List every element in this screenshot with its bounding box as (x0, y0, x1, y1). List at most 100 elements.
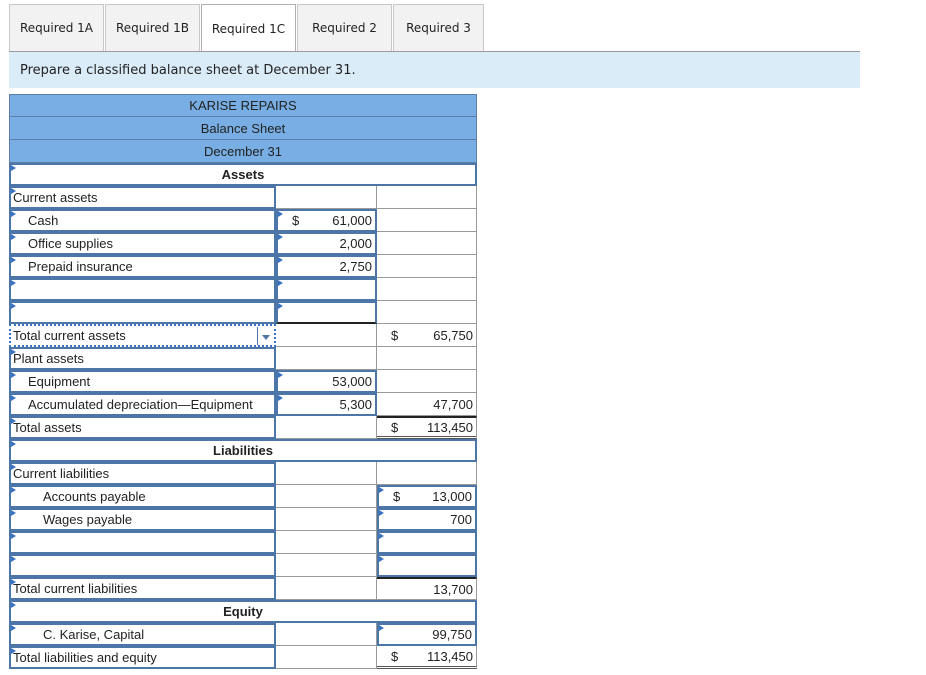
tab-required-3[interactable]: Required 3 (393, 4, 484, 51)
equipment-amount-input[interactable]: 53,000 (276, 370, 377, 393)
net-equipment-amount: 47,700 (377, 393, 477, 416)
cash-label-input[interactable]: Cash (9, 209, 276, 232)
statement-title-row: Balance Sheet (9, 117, 477, 140)
total-liabilities-equity-label-input[interactable]: Total liabilities and equity (9, 646, 276, 669)
balance-sheet: KARISE REPAIRS Balance Sheet December 31… (9, 94, 477, 669)
wages-payable-amount-input[interactable]: 700 (377, 508, 477, 531)
cash-amount-input[interactable]: $61,000 (276, 209, 377, 232)
accounts-payable-amount-input[interactable]: $13,000 (377, 485, 477, 508)
dollar-sign: $ (391, 419, 399, 435)
table-row: Wages payable 700 (9, 508, 477, 531)
col2-cell (276, 186, 377, 209)
dollar-sign: $ (391, 648, 399, 664)
table-row: Total current assets $65,750 (9, 324, 477, 347)
statement-title: Balance Sheet (200, 120, 286, 136)
accounts-payable-amount: 13,000 (432, 489, 472, 504)
office-supplies-amount-input[interactable]: 2,000 (276, 232, 377, 255)
equity-section-header[interactable]: Equity (9, 600, 477, 623)
assets-heading: Assets (221, 167, 265, 182)
dollar-sign: $ (391, 327, 399, 343)
liabilities-section-header[interactable]: Liabilities (9, 439, 477, 462)
wages-payable-label-input[interactable]: Wages payable (9, 508, 276, 531)
blank-label-input[interactable] (9, 301, 276, 324)
instruction-banner: Prepare a classified balance sheet at De… (9, 52, 860, 88)
chevron-down-icon[interactable] (262, 335, 270, 340)
total-assets-label-input[interactable]: Total assets (9, 416, 276, 439)
blank-amount-input[interactable] (276, 278, 377, 301)
total-current-liabilities-amount: 13,700 (377, 577, 477, 600)
accumulated-depreciation-label-input[interactable]: Accumulated depreciation—Equipment (9, 393, 276, 416)
table-row: Plant assets (9, 347, 477, 370)
col2-cell (276, 554, 377, 577)
capital-label-input[interactable]: C. Karise, Capital (9, 623, 276, 646)
equipment-label-input[interactable]: Equipment (9, 370, 276, 393)
table-row: Accumulated depreciation—Equipment 5,300… (9, 393, 477, 416)
table-row: Prepaid insurance 2,750 (9, 255, 477, 278)
table-row: Cash $61,000 (9, 209, 477, 232)
blank-amount-input[interactable] (276, 301, 377, 324)
table-row: Total liabilities and equity $113,450 (9, 646, 477, 669)
current-liabilities-label-input[interactable]: Current liabilities (9, 462, 276, 485)
col3-cell (377, 347, 477, 370)
accounts-payable-label-input[interactable]: Accounts payable (9, 485, 276, 508)
table-row (9, 531, 477, 554)
col3-cell (377, 462, 477, 485)
col2-cell (276, 577, 377, 600)
dollar-sign: $ (292, 213, 300, 228)
blank-amount-input[interactable] (377, 554, 477, 577)
col2-cell (276, 347, 377, 370)
table-row: Total current liabilities 13,700 (9, 577, 477, 600)
current-assets-label-input[interactable]: Current assets (9, 186, 276, 209)
prepaid-insurance-amount-input[interactable]: 2,750 (276, 255, 377, 278)
table-row: Current liabilities (9, 462, 477, 485)
total-liabilities-equity-value: 113,450 (426, 648, 473, 664)
col3-cell (377, 255, 477, 278)
blank-label-input[interactable] (9, 554, 276, 577)
total-assets-value: 113,450 (426, 419, 473, 435)
col2-cell (276, 324, 377, 347)
blank-label-input[interactable] (9, 531, 276, 554)
statement-date-row: December 31 (9, 140, 477, 163)
table-row: C. Karise, Capital 99,750 (9, 623, 477, 646)
col3-cell (377, 278, 477, 301)
tab-required-1a[interactable]: Required 1A (9, 4, 104, 51)
total-current-assets-label: Total current assets (13, 328, 126, 343)
total-current-assets-select[interactable]: Total current assets (9, 324, 276, 347)
prepaid-insurance-label-input[interactable]: Prepaid insurance (9, 255, 276, 278)
table-row (9, 554, 477, 577)
assets-section-header[interactable]: Assets (9, 163, 477, 186)
equity-heading: Equity (223, 604, 263, 619)
col2-cell (276, 485, 377, 508)
cash-amount: 61,000 (332, 213, 372, 228)
col2-cell (276, 646, 377, 669)
total-current-assets-amount: $65,750 (377, 324, 477, 347)
tab-required-1b[interactable]: Required 1B (105, 4, 200, 51)
instruction-text: Prepare a classified balance sheet at De… (20, 62, 356, 78)
plant-assets-label-input[interactable]: Plant assets (9, 347, 276, 370)
table-row (9, 278, 477, 301)
tab-required-2[interactable]: Required 2 (297, 4, 392, 51)
office-supplies-label-input[interactable]: Office supplies (9, 232, 276, 255)
company-name: KARISE REPAIRS (189, 98, 297, 113)
col2-cell (276, 623, 377, 646)
table-row: Equipment 53,000 (9, 370, 477, 393)
col3-cell (377, 370, 477, 393)
table-row (9, 301, 477, 324)
total-current-assets-value: 65,750 (433, 327, 473, 343)
col3-cell (377, 209, 477, 232)
tab-bar: Required 1A Required 1B Required 1C Requ… (9, 4, 485, 52)
col3-cell (377, 301, 477, 324)
dollar-sign: $ (393, 489, 401, 504)
col2-cell (276, 508, 377, 531)
capital-amount-input[interactable]: 99,750 (377, 623, 477, 646)
liabilities-heading: Liabilities (213, 443, 273, 458)
accumulated-depreciation-amount-input[interactable]: 5,300 (276, 393, 377, 416)
dropdown-separator (257, 327, 258, 345)
total-current-liabilities-label-input[interactable]: Total current liabilities (9, 577, 276, 600)
statement-date: December 31 (203, 143, 283, 159)
col3-cell (377, 186, 477, 209)
table-row: Accounts payable $13,000 (9, 485, 477, 508)
blank-label-input[interactable] (9, 278, 276, 301)
blank-amount-input[interactable] (377, 531, 477, 554)
tab-required-1c[interactable]: Required 1C (201, 4, 296, 52)
